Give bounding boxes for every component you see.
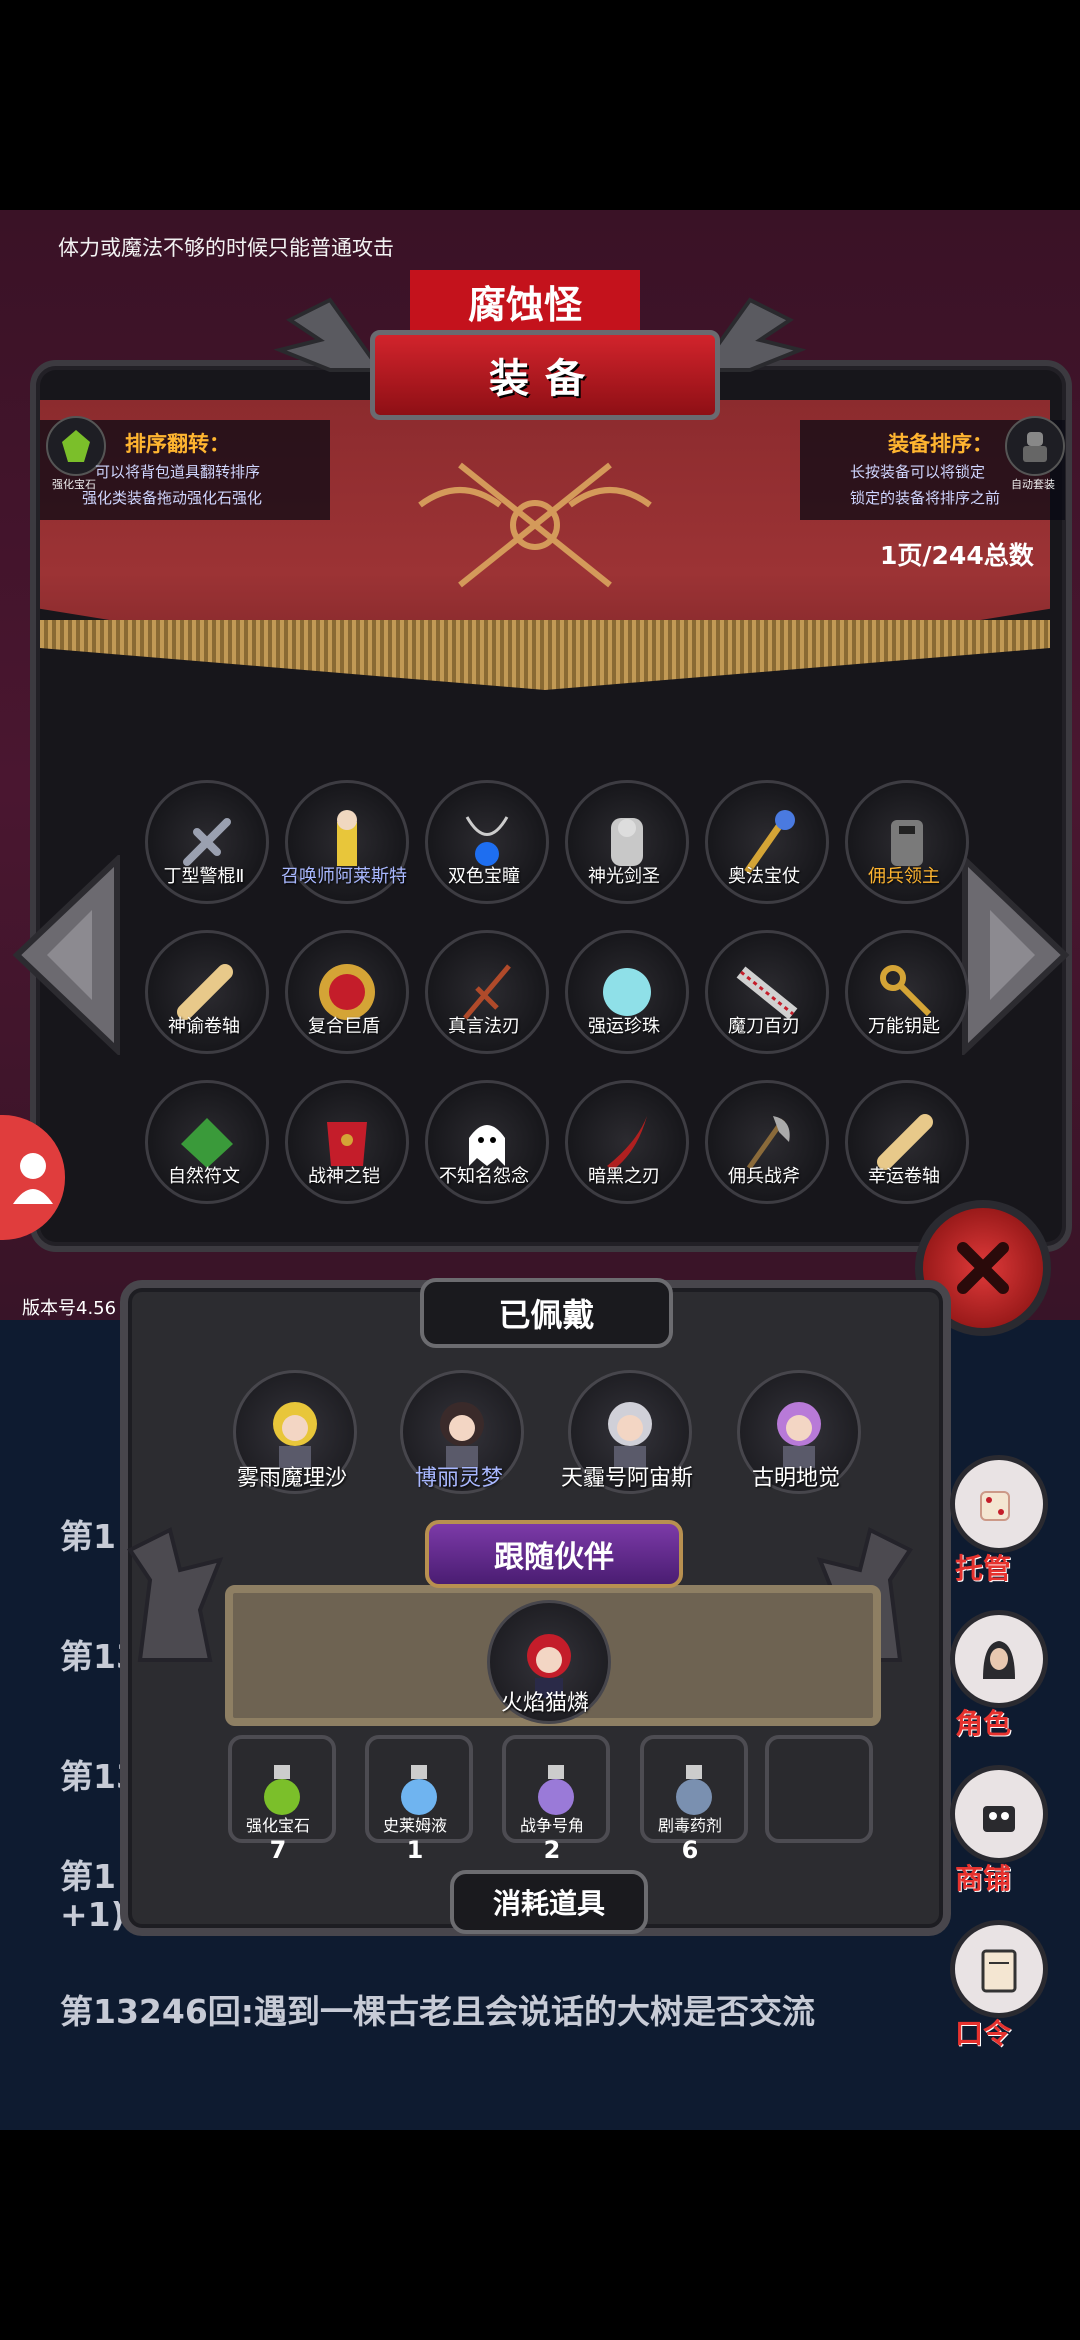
consumable-label: 剧毒药剂	[657, 1816, 722, 1835]
equipment-label: 自然符文	[168, 1166, 240, 1187]
hooded-figure-icon	[983, 1641, 1015, 1679]
side-menu-label: 商铺	[955, 1862, 1012, 1895]
consumables-title: 消耗道具	[492, 1887, 605, 1920]
equipment-label: 强运珍珠	[588, 1016, 660, 1037]
side-menu-button[interactable]	[950, 1610, 1048, 1708]
consumable-label: 强化宝石	[245, 1816, 310, 1835]
side-menu-button[interactable]	[950, 1920, 1048, 2018]
equipment-label: 双色宝瞳	[448, 866, 520, 887]
corner-label: 自动套装	[1011, 478, 1055, 491]
worn-character-name: 雾雨魔理沙	[236, 1466, 347, 1491]
consumable-item-icon	[538, 1765, 574, 1815]
log-line: 第1	[60, 1517, 116, 1556]
consumable-label: 史莱姆液	[382, 1816, 447, 1835]
side-menu-button[interactable]	[950, 1455, 1048, 1553]
equipment-label: 真言法刃	[448, 1016, 520, 1037]
sort-flip-desc: 可以将背包道具翻转排序	[95, 463, 261, 481]
auto-outfit-icon[interactable]	[1005, 416, 1065, 476]
equipment-label: 幸运卷轴	[868, 1166, 940, 1187]
equip-sort-box[interactable]: 装备排序： 长按装备可以将锁定 锁定的装备将排序之前 自动套装	[800, 416, 1065, 520]
user-icon	[12, 1152, 53, 1204]
log-line: 第1	[60, 1857, 116, 1896]
equipment-label: 万能钥匙	[868, 1016, 940, 1037]
consumable-count: 2	[543, 1836, 561, 1864]
equipment-label: 召唤师阿莱斯特	[281, 866, 407, 887]
consumable-item-icon	[401, 1765, 437, 1815]
equip-sort-title: 装备排序：	[888, 432, 993, 456]
consumable-count: 7	[269, 1836, 287, 1864]
shop-icon	[983, 1806, 1015, 1832]
worn-title: 已佩戴	[498, 1296, 595, 1334]
consumable-count: 6	[681, 1836, 699, 1864]
worn-character-name: 古明地觉	[751, 1466, 840, 1491]
previous-page-arrow-icon[interactable]	[12, 855, 122, 1055]
consumable-label: 战争号角	[519, 1816, 584, 1835]
empty-consumable-slot[interactable]	[765, 1735, 873, 1843]
crossed-swords-emblem-icon	[418, 462, 652, 588]
side-menu-label: 口令	[955, 2017, 1012, 2050]
equipment-label: 暗黑之刃	[588, 1166, 660, 1187]
equip-sort-desc: 长按装备可以将锁定	[850, 463, 986, 481]
book-icon	[981, 1949, 1017, 1993]
panel-title-plate: 装备	[370, 330, 720, 420]
close-icon	[957, 1242, 1009, 1294]
equipment-label: 奥法宝仗	[728, 866, 800, 887]
equipment-label: 复合巨盾	[308, 1016, 380, 1037]
equipment-label: 佣兵战斧	[728, 1166, 800, 1187]
companion-title-plate: 跟随伙伴	[425, 1520, 683, 1588]
companion-title: 跟随伙伴	[494, 1540, 614, 1575]
panel-title: 装备	[489, 356, 601, 402]
sort-flip-box[interactable]: 强化宝石 排序翻转： 可以将背包道具翻转排序 强化类装备拖动强化石强化	[40, 416, 330, 520]
equipment-label: 不知名怨念	[439, 1166, 529, 1187]
dice-icon	[980, 1491, 1010, 1521]
hint-text: 体力或魔法不够的时候只能普通攻击	[58, 236, 394, 260]
page-count: 1页/244总数	[880, 541, 1034, 570]
equipment-label: 佣兵领主	[868, 866, 940, 887]
consumables-title-plate: 消耗道具	[450, 1870, 648, 1934]
left-dragon-statue-icon	[127, 1527, 224, 1662]
equipment-label: 神谕卷轴	[168, 1016, 240, 1037]
worn-character-name: 天霾号阿宙斯	[560, 1466, 693, 1491]
consumable-item-icon	[264, 1765, 300, 1815]
consumable-item-icon	[676, 1765, 712, 1815]
log-line: +1)	[60, 1895, 126, 1934]
side-menu-label: 托管	[955, 1552, 1012, 1585]
companion-name: 火焰猫燐	[500, 1691, 589, 1716]
consumable-count: 1	[406, 1836, 424, 1864]
worn-title-plate: 已佩戴	[420, 1278, 673, 1348]
sort-flip-title: 排序翻转：	[125, 432, 230, 456]
equip-sort-desc: 锁定的装备将排序之前	[850, 489, 1001, 507]
version-text: 版本号4.56	[22, 1298, 117, 1319]
side-menu-button[interactable]	[950, 1765, 1048, 1863]
side-menu-label: 角色	[955, 1707, 1012, 1740]
equipment-label: 丁型警棍Ⅱ	[163, 866, 245, 887]
equipment-label: 神光剑圣	[588, 866, 660, 887]
worn-character-name: 博丽灵梦	[414, 1466, 503, 1491]
sort-flip-desc: 强化类装备拖动强化石强化	[82, 489, 263, 507]
equipment-label: 魔刀百刃	[728, 1016, 800, 1037]
equipment-label: 战神之铠	[308, 1166, 380, 1187]
log-line: 第13246回:遇到一棵古老且会说话的大树是否交流	[60, 1992, 816, 2031]
